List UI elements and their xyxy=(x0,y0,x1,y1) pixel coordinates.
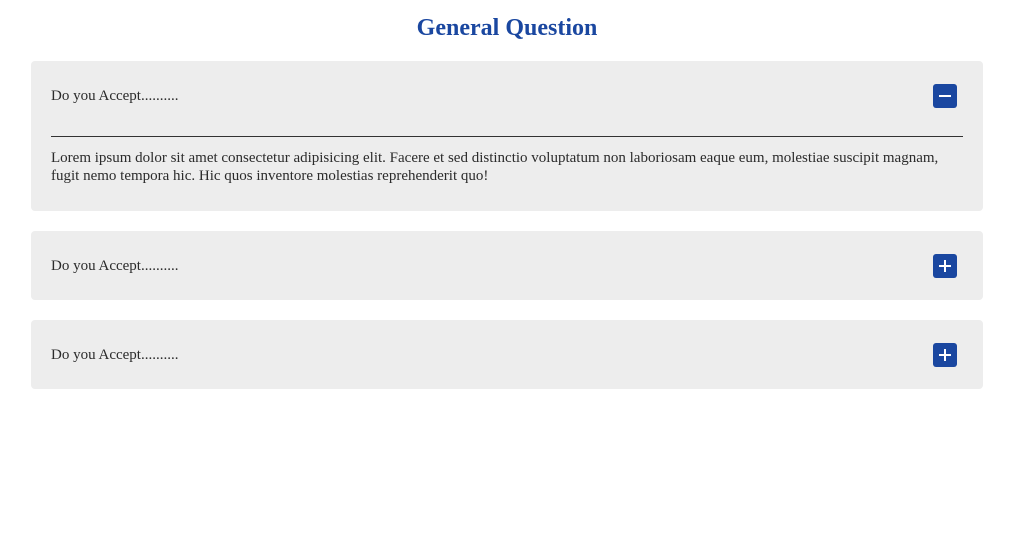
divider xyxy=(51,136,963,137)
collapse-button[interactable] xyxy=(933,83,957,108)
faq-item: Do you Accept.......... xyxy=(31,231,983,300)
minus-icon xyxy=(939,94,951,97)
faq-answer: Lorem ipsum dolor sit amet consectetur a… xyxy=(51,150,939,184)
faq-item: Do you Accept.......... xyxy=(31,320,983,389)
faq-header[interactable]: Do you Accept.......... xyxy=(51,61,963,130)
faq-question: Do you Accept.......... xyxy=(51,88,179,104)
faq-header[interactable]: Do you Accept.......... xyxy=(51,231,963,300)
expand-button[interactable] xyxy=(933,253,957,278)
faq-list: Do you Accept.......... Lorem ipsum dolo… xyxy=(31,61,983,409)
faq-question: Do you Accept.......... xyxy=(51,347,179,363)
faq-answer-panel: Lorem ipsum dolor sit amet consectetur a… xyxy=(51,136,963,211)
expand-button[interactable] xyxy=(933,342,957,367)
faq-header[interactable]: Do you Accept.......... xyxy=(51,320,963,389)
faq-item: Do you Accept.......... Lorem ipsum dolo… xyxy=(31,61,983,211)
faq-question: Do you Accept.......... xyxy=(51,258,179,274)
page-title: General Question xyxy=(416,15,598,41)
